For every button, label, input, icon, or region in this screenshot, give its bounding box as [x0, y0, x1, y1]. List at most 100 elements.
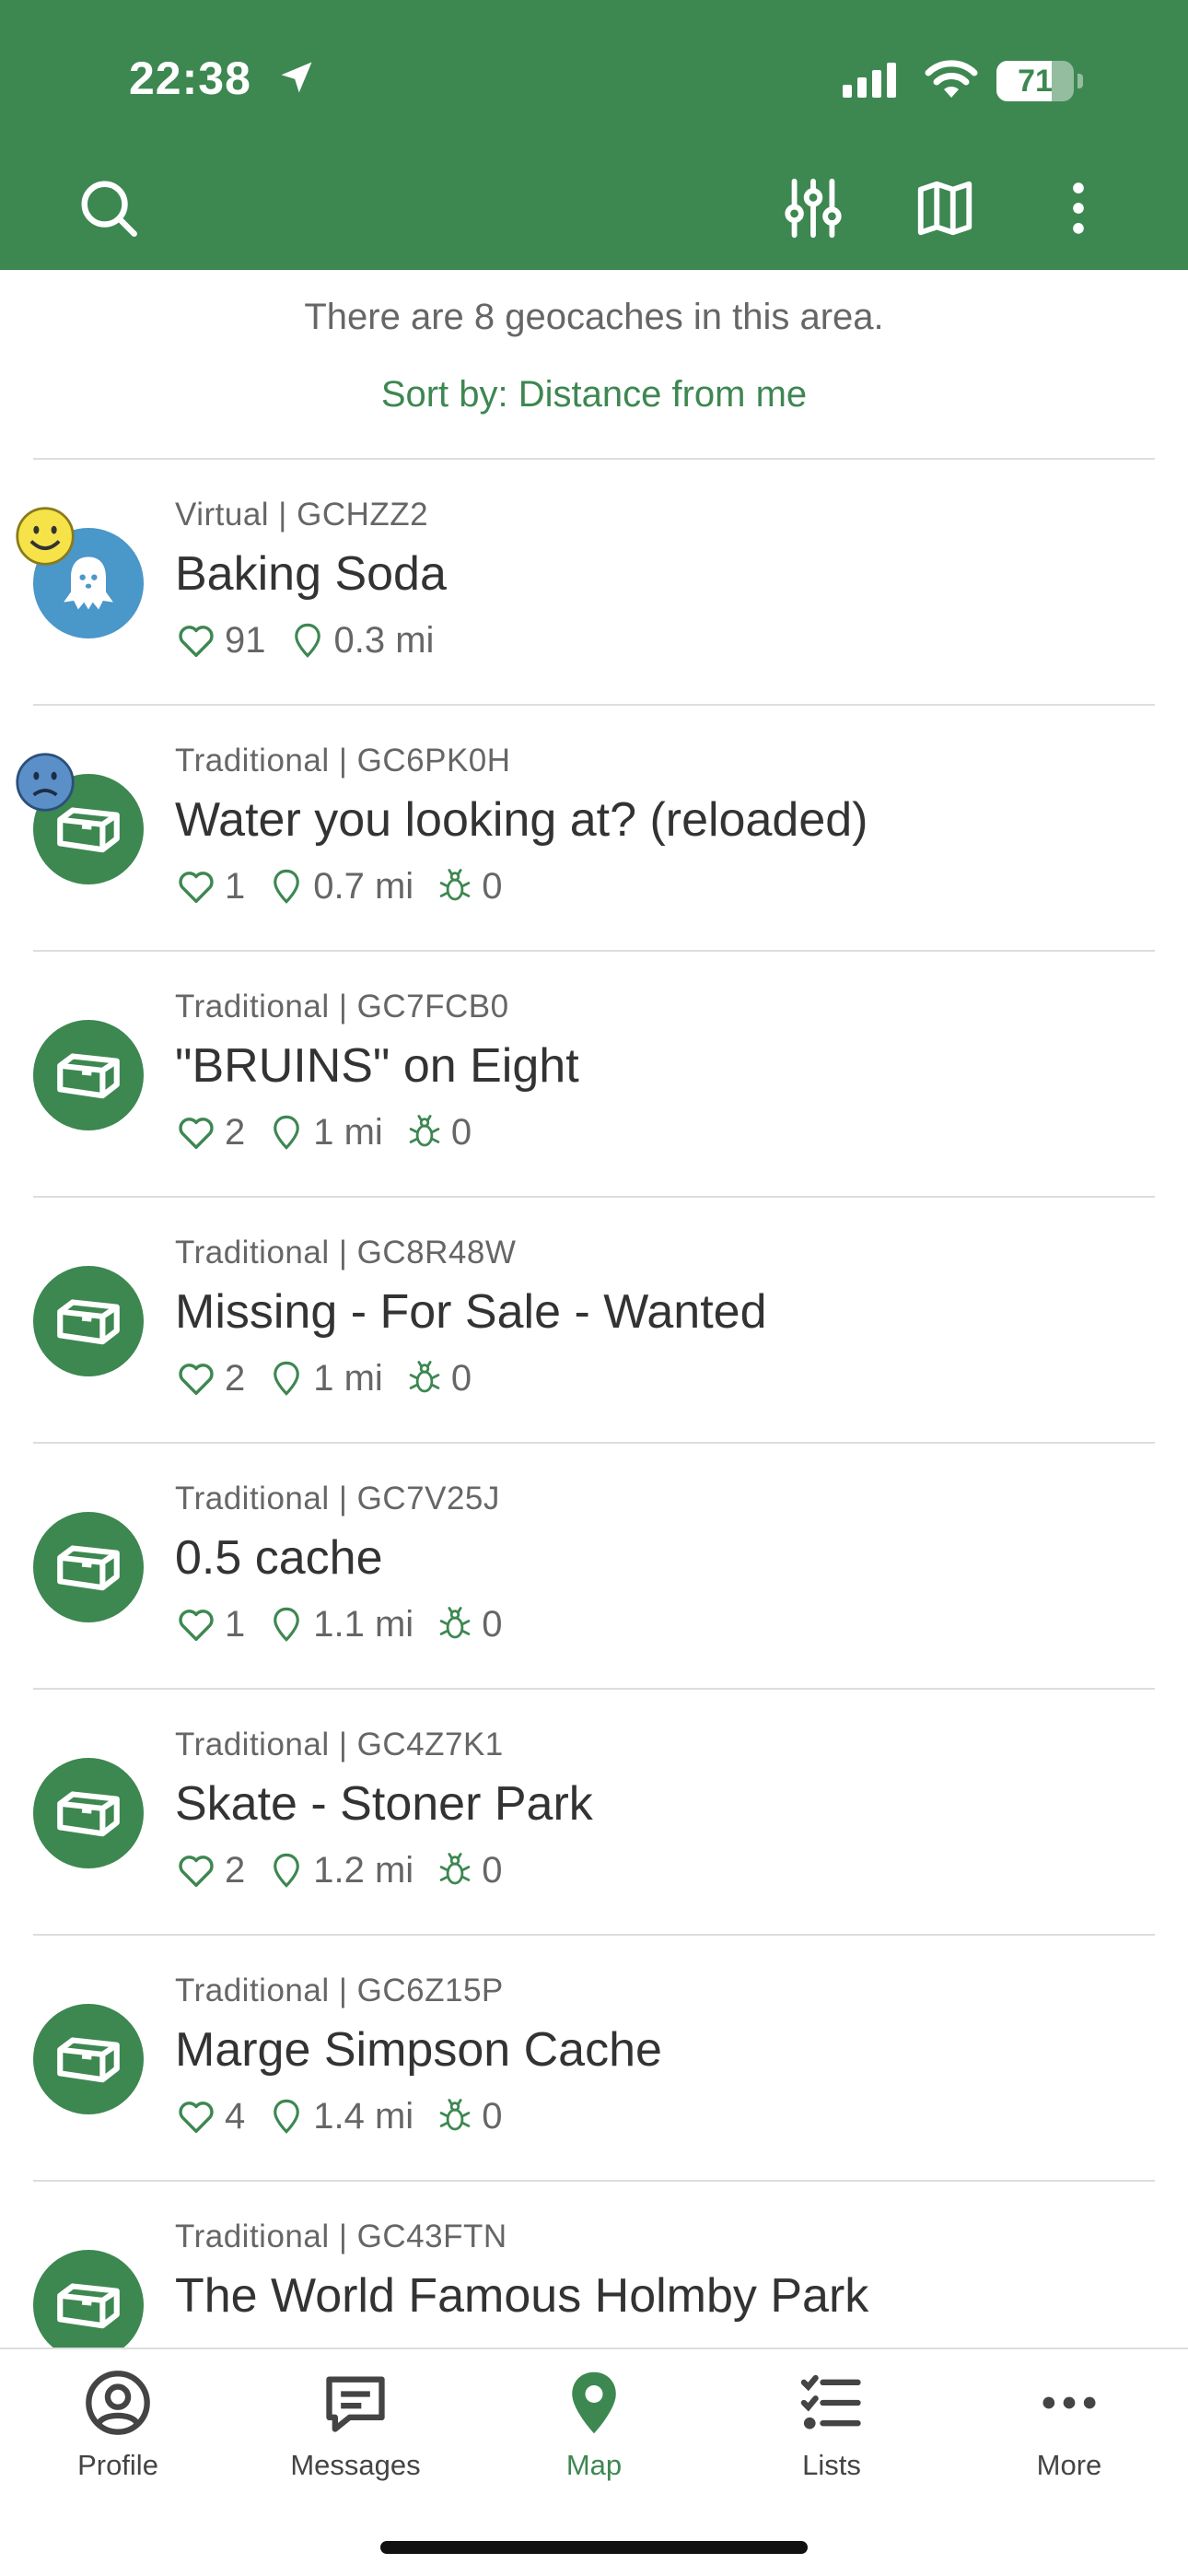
- trackables-stat: 0: [436, 1603, 502, 1645]
- tab-profile[interactable]: Profile: [26, 2368, 210, 2506]
- cache-type-code: Traditional | GC8R48W: [175, 1235, 517, 1270]
- favorites-stat: 2: [175, 1849, 245, 1891]
- search-icon: [81, 181, 137, 237]
- distance-stat: 1.1 mi: [267, 1603, 413, 1645]
- tab-more[interactable]: More: [977, 2368, 1161, 2506]
- tab-label: More: [1036, 2449, 1102, 2481]
- cache-stats: 2 1.2 mi 0: [175, 1848, 524, 1892]
- distance-value: 1.1 mi: [313, 1603, 414, 1645]
- geocache-list-item[interactable]: Traditional | GC4Z7K1 Skate - Stoner Park…: [0, 1690, 1188, 1936]
- traditional-cache-box-icon: [57, 1791, 120, 1837]
- cache-stats: 2 1 mi 0: [175, 1110, 494, 1154]
- geocache-list-item[interactable]: Virtual | GCHZZ2 Baking Soda 91 0.3 mi: [0, 460, 1188, 706]
- distance-pin-icon: [274, 1361, 300, 1396]
- distance-pin-icon: [274, 2099, 300, 2134]
- cache-type-code: Virtual | GCHZZ2: [175, 497, 429, 533]
- distance-stat: 0.3 mi: [288, 619, 435, 662]
- lists-icon: [800, 2374, 861, 2430]
- more-vertical-icon: [1073, 182, 1084, 234]
- cache-type-code: Traditional | GC6Z15P: [175, 1973, 504, 2008]
- distance-value: 1.2 mi: [313, 1849, 414, 1891]
- favorite-heart-icon: [179, 2102, 214, 2134]
- overflow-menu-button[interactable]: [1043, 173, 1113, 243]
- map-pin-icon: [572, 2371, 616, 2434]
- geocache-list-item[interactable]: Traditional | GC7V25J 0.5 cache 1 1.1 mi 0: [0, 1444, 1188, 1690]
- found-smiley-icon: [16, 507, 75, 566]
- favorite-heart-icon: [179, 1610, 214, 1642]
- traditional-cache-box-icon: [57, 1299, 120, 1345]
- distance-stat: 0.7 mi: [267, 865, 413, 907]
- cache-name: Marge Simpson Cache: [175, 2023, 662, 2077]
- tab-label: Map: [565, 2449, 623, 2481]
- distance-stat: 1 mi: [267, 1357, 383, 1399]
- cache-name: 0.5 cache: [175, 1531, 383, 1585]
- trackables-stat: 0: [436, 865, 502, 907]
- favorites-stat: 91: [175, 619, 266, 662]
- trackable-bug-icon: [409, 1361, 440, 1393]
- traditional-cache-box-icon: [57, 1545, 120, 1591]
- map-view-button[interactable]: [910, 173, 980, 243]
- favorite-heart-icon: [179, 1856, 214, 1888]
- favorite-heart-icon: [179, 872, 214, 904]
- distance-pin-icon: [274, 1607, 300, 1642]
- trackables-stat: 0: [405, 1357, 472, 1399]
- sort-button[interactable]: Sort by: Distance from me: [0, 374, 1188, 416]
- cache-type-code: Traditional | GC4Z7K1: [175, 1727, 504, 1762]
- tab-map[interactable]: Map: [502, 2368, 686, 2506]
- geocache-list-item[interactable]: Traditional | GC6PK0H Water you looking a…: [0, 706, 1188, 952]
- traditional-cache-avatar: [33, 1266, 144, 1376]
- trackable-bug-icon: [439, 1853, 471, 1885]
- favorites-stat: 4: [175, 2095, 245, 2137]
- geocache-list: Virtual | GCHZZ2 Baking Soda 91 0.3 mi Tradi…: [0, 460, 1188, 2428]
- cache-name: Water you looking at? (reloaded): [175, 793, 868, 847]
- trackables-count: 0: [450, 1111, 472, 1153]
- distance-stat: 1.2 mi: [267, 1849, 413, 1891]
- geocache-list-item[interactable]: Traditional | GC7FCB0 "BRUINS" on Eight 2 1…: [0, 952, 1188, 1198]
- tab-messages[interactable]: Messages: [263, 2368, 448, 2506]
- geocache-list-item[interactable]: Traditional | GC6Z15P Marge Simpson Cache…: [0, 1936, 1188, 2182]
- trackables-count: 0: [482, 865, 503, 907]
- cache-type-code: Traditional | GC6PK0H: [175, 743, 511, 779]
- distance-value: 0.7 mi: [313, 865, 414, 907]
- favorite-heart-icon: [179, 1118, 214, 1150]
- favorites-count: 1: [225, 865, 246, 907]
- favorites-stat: 1: [175, 865, 245, 907]
- traditional-cache-box-icon: [57, 1053, 120, 1099]
- app-header: 22:38 71: [0, 0, 1188, 270]
- tab-label: Lists: [802, 2449, 861, 2481]
- favorites-stat: 2: [175, 1111, 245, 1153]
- trackables-count: 0: [482, 2095, 503, 2137]
- distance-pin-icon: [274, 1115, 300, 1150]
- trackables-count: 0: [450, 1357, 472, 1399]
- geocache-list-item[interactable]: Traditional | GC8R48W Missing - For Sale …: [0, 1198, 1188, 1444]
- trackable-bug-icon: [439, 2099, 471, 2131]
- profile-icon: [86, 2371, 150, 2435]
- cache-stats: 2 1 mi 0: [175, 1356, 494, 1400]
- more-horizontal-icon: [1042, 2396, 1096, 2409]
- trackables-stat: 0: [436, 2095, 502, 2137]
- tab-label: Profile: [77, 2449, 158, 2481]
- tab-lists[interactable]: Lists: [740, 2368, 924, 2506]
- cache-type-code: Traditional | GC43FTN: [175, 2219, 507, 2254]
- cache-stats: 1 1.1 mi 0: [175, 1602, 524, 1646]
- filter-button[interactable]: [778, 173, 848, 243]
- trackable-bug-icon: [439, 869, 471, 901]
- cache-stats: 1 0.7 mi 0: [175, 864, 524, 908]
- trackable-bug-icon: [439, 1607, 471, 1639]
- distance-value: 1 mi: [313, 1357, 383, 1399]
- battery-indicator: 71: [996, 61, 1083, 101]
- traditional-cache-box-icon: [57, 2283, 120, 2329]
- favorites-count: 2: [225, 1849, 246, 1891]
- home-indicator: [380, 2541, 808, 2554]
- favorites-count: 91: [225, 619, 266, 661]
- map-icon: [917, 181, 973, 236]
- search-button[interactable]: [74, 173, 144, 243]
- distance-value: 1 mi: [313, 1111, 383, 1153]
- location-arrow-icon: [281, 62, 312, 93]
- distance-value: 0.3 mi: [333, 619, 435, 661]
- messages-icon: [326, 2376, 385, 2432]
- traditional-cache-avatar: [33, 1758, 144, 1868]
- cache-type-code: Traditional | GC7FCB0: [175, 989, 509, 1025]
- cache-name: The World Famous Holmby Park: [175, 2269, 869, 2323]
- cache-name: Skate - Stoner Park: [175, 1777, 593, 1831]
